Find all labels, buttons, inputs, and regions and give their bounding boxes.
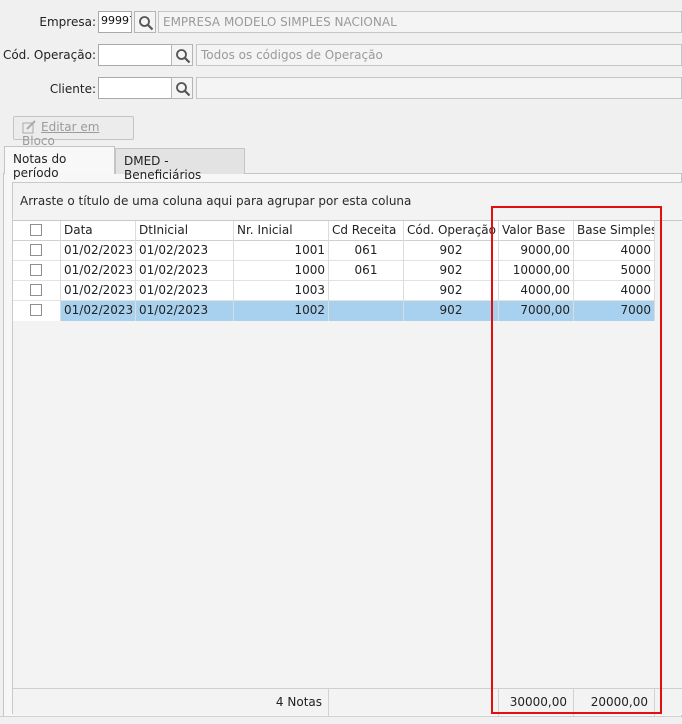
cell-dtinicial[interactable]: 01/02/2023 [136,301,234,321]
column-header-data[interactable]: Data [61,221,136,241]
cell-cod-operacao[interactable]: 902 [404,301,499,321]
row-checkbox[interactable] [30,284,42,296]
edit-icon [22,120,36,134]
cell-dtinicial[interactable]: 01/02/2023 [136,261,234,281]
tab-dmed-beneficiarios[interactable]: DMED - Beneficiários [115,148,245,182]
empresa-search-button[interactable] [134,11,156,33]
empresa-code-input[interactable]: 99997 [98,11,132,33]
operacao-description: Todos os códigos de Operação [196,44,682,66]
tab-notas-periodo[interactable]: Notas do período [4,146,115,180]
column-header-dtinicial[interactable]: DtInicial [136,221,234,241]
highlight-box [491,206,662,714]
cell-cd-receita[interactable] [329,281,404,301]
cliente-search-button[interactable] [171,77,193,99]
cliente-label: Cliente: [49,82,96,96]
cell-data[interactable]: 01/02/2023 [61,241,136,261]
row-checkbox[interactable] [30,244,42,256]
row-checkbox[interactable] [30,304,42,316]
cell-nr-inicial[interactable]: 1002 [234,301,329,321]
empresa-label: Empresa: [39,15,96,29]
horizontal-scrollbar[interactable] [0,716,682,724]
cell-cod-operacao[interactable]: 902 [404,241,499,261]
cell-cod-operacao[interactable]: 902 [404,261,499,281]
edit-block-button[interactable]: Editar em Bloco [13,116,134,148]
cell-nr-inicial[interactable]: 1000 [234,261,329,281]
operacao-code-input[interactable] [98,44,172,66]
select-all-cell[interactable] [13,221,61,241]
cell-cd-receita[interactable]: 061 [329,261,404,281]
cliente-code-input[interactable] [98,77,172,99]
footer-spacer [329,689,499,716]
row-check-cell[interactable] [13,261,61,281]
row-check-cell[interactable] [13,301,61,321]
row-check-cell[interactable] [13,241,61,261]
empresa-description: EMPRESA MODELO SIMPLES NACIONAL [158,11,682,33]
cell-cod-operacao[interactable]: 902 [404,281,499,301]
column-header-cd-receita[interactable]: Cd Receita [329,221,404,241]
tab-label: DMED - Beneficiários [124,154,202,182]
tab-label: Notas do período [13,152,67,180]
operacao-search-button[interactable] [171,44,193,66]
footer-count: 4 Notas [13,689,329,716]
operacao-label: Cód. Operação: [2,48,96,62]
column-header-nr-inicial[interactable]: Nr. Inicial [234,221,329,241]
cell-data[interactable]: 01/02/2023 [61,261,136,281]
column-header-cod-operacao[interactable]: Cód. Operação [404,221,499,241]
cell-dtinicial[interactable]: 01/02/2023 [136,281,234,301]
cell-dtinicial[interactable]: 01/02/2023 [136,241,234,261]
cell-data[interactable]: 01/02/2023 [61,281,136,301]
search-icon [176,49,191,64]
row-check-cell[interactable] [13,281,61,301]
row-checkbox[interactable] [30,264,42,276]
cliente-description [196,77,682,99]
select-all-checkbox[interactable] [30,224,42,236]
cell-nr-inicial[interactable]: 1003 [234,281,329,301]
cell-data[interactable]: 01/02/2023 [61,301,136,321]
cell-cd-receita[interactable] [329,301,404,321]
search-icon [176,82,191,97]
search-icon [139,16,154,31]
cell-cd-receita[interactable]: 061 [329,241,404,261]
cell-nr-inicial[interactable]: 1001 [234,241,329,261]
